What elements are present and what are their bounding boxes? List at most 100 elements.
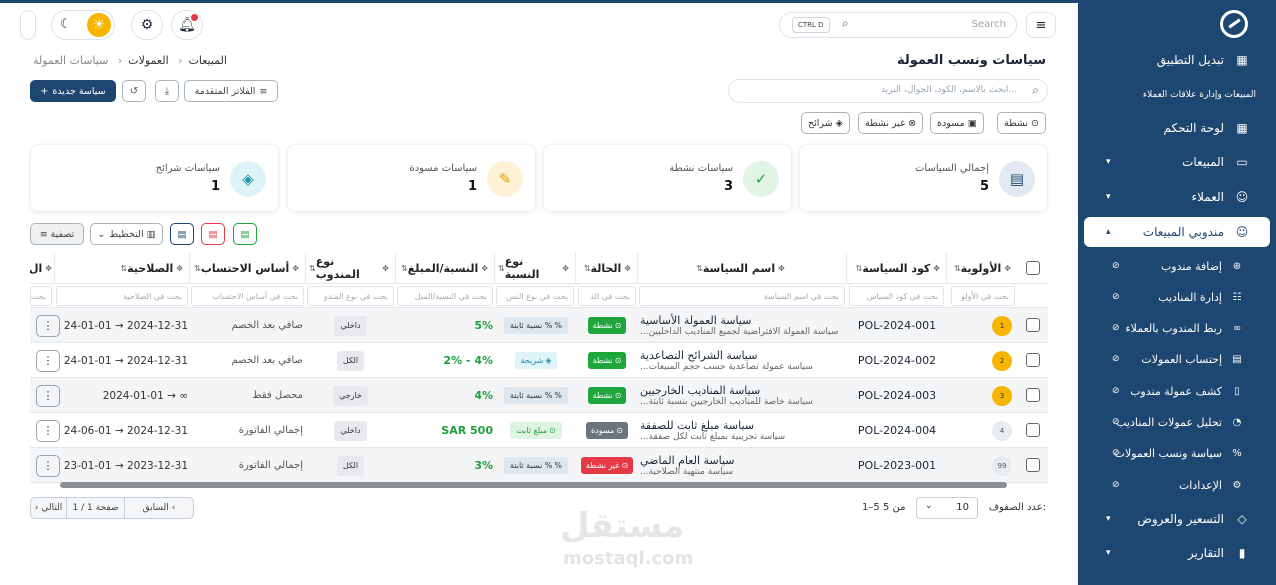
global-search[interactable]: CTRL D ⌕ Search: [779, 12, 1017, 38]
sidebar-sub-link-reps[interactable]: ∞ ربط المندوب بالعملاء ⊘: [1078, 315, 1276, 341]
row-checkbox[interactable]: [1026, 353, 1040, 367]
col-basis[interactable]: ⇅ أساس الاحتساب ✥: [189, 252, 305, 284]
filter-actions[interactable]: بحث: [30, 286, 52, 306]
drag-icon: ✥: [45, 263, 52, 273]
policy-name[interactable]: سياسة مبلغ ثابت للصفقة: [640, 419, 754, 432]
history-button[interactable]: ↺: [122, 80, 146, 102]
sidebar-item-pricing[interactable]: ◇ التسعير والعروض ▾: [1078, 504, 1276, 534]
sidebar-item-reports[interactable]: ▮ التقارير ▾: [1078, 538, 1276, 568]
col-status[interactable]: ⇅ الحالة ✥: [575, 252, 637, 284]
chip-active[interactable]: نشطة ⊙: [997, 112, 1046, 134]
sidebar-sub-policies[interactable]: % سياسة ونسب العمولات ⊘: [1078, 440, 1276, 466]
drag-icon: ✥: [292, 263, 299, 273]
select-all-checkbox[interactable]: [1026, 261, 1040, 275]
col-actions[interactable]: ال ✥: [30, 252, 54, 284]
row-actions-button[interactable]: ⋮: [36, 314, 60, 337]
table-row[interactable]: 2 POL-2024-002 سياسة الشرائح التصاعدية سياس…: [30, 343, 1048, 378]
policy-code[interactable]: POL-2024-004: [858, 424, 936, 437]
sidebar-item-sales-reps[interactable]: ☺ مندوبي المبيعات ▴: [1084, 217, 1270, 247]
validity-period: 2024-01-01 → ∞: [102, 389, 188, 402]
policy-name[interactable]: سياسة العام الماضي: [640, 454, 735, 467]
table-row[interactable]: 4 POL-2024-004 سياسة مبلغ ثابت للصفقة سياسة…: [30, 413, 1048, 448]
drag-icon: ✥: [1004, 263, 1011, 273]
filter-status[interactable]: بحث في الد: [578, 286, 636, 306]
col-amount[interactable]: ⇅ النسبة/المبلغ ✥: [395, 252, 494, 284]
collapse-button[interactable]: [20, 10, 36, 40]
stat-total: ▤ إجمالي السياسات 5: [799, 144, 1048, 212]
export-document-button[interactable]: ▤: [170, 223, 194, 245]
sidebar-sub-rep-statement[interactable]: ▯ كشف عمولة مندوب ⊘: [1078, 378, 1276, 404]
row-actions-button[interactable]: ⋮: [36, 349, 60, 372]
amount-value: 2% - 4%: [443, 354, 493, 367]
sidebar-item-switch-app[interactable]: ▦ تبديل التطبيق: [1078, 45, 1276, 75]
menu-button[interactable]: ≡: [1026, 12, 1056, 38]
users-icon: ☷: [1232, 291, 1242, 303]
theme-toggle[interactable]: ☾ ☀: [51, 10, 115, 40]
sidebar-sub-add-rep[interactable]: ⊕ إضافة مندوب ⊘: [1078, 253, 1276, 279]
col-priority[interactable]: ⇅ الأولوية ✥: [946, 252, 1017, 284]
col-rate-type[interactable]: ⇅ نوع النسبة ✥: [494, 252, 575, 284]
row-actions-button[interactable]: ⋮: [36, 454, 60, 477]
horizontal-scrollbar[interactable]: [60, 482, 1007, 488]
filter-agent[interactable]: بحث في نوع المندو: [307, 286, 394, 306]
prev-page-button[interactable]: السابق ‹: [125, 498, 193, 518]
filter-code[interactable]: بحث في كود السياس: [849, 286, 944, 306]
col-code[interactable]: ⇅ كود السياسة ✥: [846, 252, 946, 284]
col-name[interactable]: ⇅ اسم السياسة ✥: [637, 252, 846, 284]
chip-tiers[interactable]: شرائح ◈: [801, 112, 850, 134]
policy-name[interactable]: سياسة العمولة الأساسية: [640, 314, 751, 327]
priority-badge: 2: [992, 350, 1012, 371]
download-button[interactable]: ⤓: [155, 80, 179, 102]
filter-button[interactable]: ≡ تصفية: [30, 223, 84, 245]
sidebar-sub-manage-reps[interactable]: ☷ إدارة المناديب ⊘: [1078, 284, 1276, 310]
policy-name[interactable]: سياسة المناديب الخارجيين: [640, 384, 760, 397]
row-checkbox[interactable]: [1026, 388, 1040, 402]
row-checkbox[interactable]: [1026, 318, 1040, 332]
col-agent-type[interactable]: ⇅ نوع المندوب ✥: [305, 252, 395, 284]
table-row[interactable]: 1 POL-2024-001 سياسة العمولة الأساسية سياسة…: [30, 308, 1048, 343]
filter-name[interactable]: بحث في اسم السياسة: [639, 286, 845, 306]
new-policy-button[interactable]: + سياسة جديدة: [30, 80, 116, 102]
sort-icon: ⇅: [401, 263, 408, 273]
calculator-icon: ▤: [1232, 353, 1242, 365]
rate-type-icon: ⊙: [549, 426, 556, 435]
policy-search-input[interactable]: ابحث بالاسم، الكود، الجوال، البريد... ⌕: [728, 79, 1048, 103]
breadcrumb-sales[interactable]: المبيعات: [189, 54, 227, 67]
sidebar-item-sales[interactable]: ▭ المبيعات ▾: [1078, 147, 1276, 177]
policy-code[interactable]: POL-2024-002: [858, 354, 936, 367]
policy-code[interactable]: POL-2023-001: [858, 459, 936, 472]
filter-rate-type[interactable]: بحث في نوع النس: [496, 286, 574, 306]
filter-validity[interactable]: بحث في الصلاحية: [56, 286, 188, 306]
rows-per-page-select[interactable]: 10 ⌄: [916, 497, 978, 519]
filter-basis[interactable]: بحث في أساس الاحتساب: [191, 286, 304, 306]
sidebar-sub-settings[interactable]: ⚙ الإعدادات ⊘: [1078, 472, 1276, 498]
col-validity[interactable]: ⇅ الصلاحية ✥: [54, 252, 189, 284]
table-row[interactable]: 99 POL-2023-001 سياسة العام الماضي سياسة من…: [30, 448, 1048, 483]
export-pdf-button[interactable]: ▤: [201, 223, 225, 245]
chip-draft[interactable]: مسودة ▣: [930, 112, 984, 134]
filter-priority[interactable]: بحث في الأولو: [951, 286, 1015, 306]
row-actions-button[interactable]: ⋮: [36, 384, 60, 407]
advanced-filters-button[interactable]: الفلاتر المتقدمة ≡: [184, 80, 278, 102]
sidebar-sub-calc-commissions[interactable]: ▤ إحتساب العمولات ⊘: [1078, 346, 1276, 372]
sidebar-item-dashboard[interactable]: ▦ لوحة التحكم: [1078, 113, 1276, 143]
row-actions-button[interactable]: ⋮: [36, 419, 60, 442]
export-excel-button[interactable]: ▤: [233, 223, 257, 245]
row-checkbox[interactable]: [1026, 458, 1040, 472]
sidebar-sub-analysis[interactable]: ◔ تحليل عمولات المناديب ⊘: [1078, 409, 1276, 435]
next-page-button[interactable]: › التالي: [31, 498, 67, 518]
breadcrumb-commissions[interactable]: العمولات: [128, 54, 168, 67]
filter-amount[interactable]: بحث في النسبة/المبل: [397, 286, 493, 306]
policy-code[interactable]: POL-2024-003: [858, 389, 936, 402]
policy-code[interactable]: POL-2024-001: [858, 319, 936, 332]
table-row[interactable]: 3 POL-2024-003 سياسة المناديب الخارجيين سيا…: [30, 378, 1048, 413]
sort-icon: ⇅: [309, 263, 316, 273]
policy-name[interactable]: سياسة الشرائح التصاعدية: [640, 349, 757, 362]
row-checkbox[interactable]: [1026, 423, 1040, 437]
settings-button[interactable]: ⚙: [131, 10, 163, 40]
notifications-button[interactable]: 🔔︎: [171, 10, 203, 40]
chip-inactive[interactable]: غير نشطة ⊗: [858, 112, 924, 134]
sidebar-item-customers[interactable]: ☺ العملاء ▾: [1078, 182, 1276, 212]
gear-icon: ⚙: [1232, 479, 1242, 491]
layout-button[interactable]: ⌄ التخطيط ▥: [90, 223, 163, 245]
